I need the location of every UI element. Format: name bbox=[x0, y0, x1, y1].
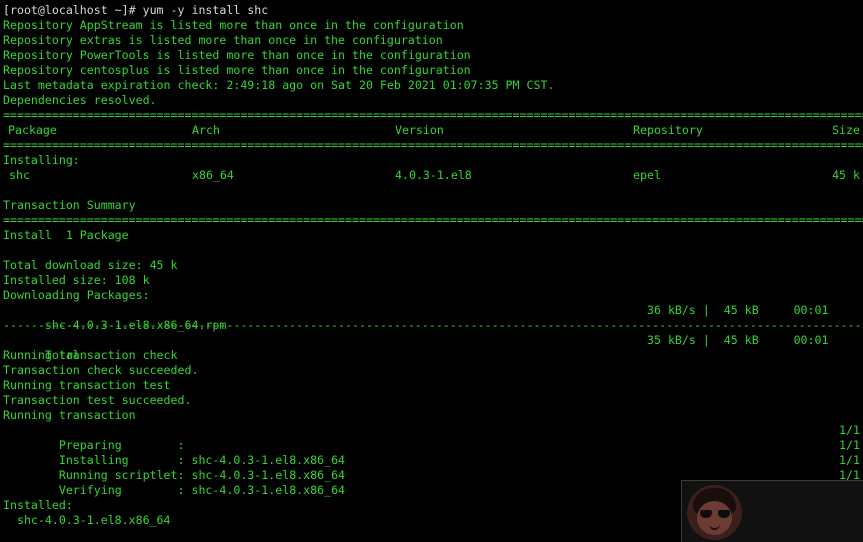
repo-warning: Repository AppStream is listed more than… bbox=[3, 18, 464, 32]
header-version: Version bbox=[395, 123, 444, 137]
terminal-output: [root@localhost ~]# yum -y install shc R… bbox=[3, 3, 863, 528]
total-download-size: Total download size: 45 k bbox=[3, 258, 178, 272]
repo-warning: Repository centosplus is listed more tha… bbox=[3, 63, 471, 77]
download-file-name: shc-4.0.3-1.el8.x86_64.rpm bbox=[44, 318, 227, 332]
terminal-window[interactable]: [root@localhost ~]# yum -y install shc R… bbox=[0, 0, 863, 542]
header-repository: Repository bbox=[633, 123, 703, 137]
transaction-line: Transaction check succeeded. bbox=[3, 363, 199, 377]
step-row: Installing : shc-4.0.3-1.el8.x86_64 1/1 bbox=[3, 438, 863, 467]
step-count: 1/1 bbox=[839, 453, 860, 467]
header-package: Package bbox=[8, 123, 57, 137]
command-prompt: [root@localhost ~]# yum -y install shc bbox=[3, 3, 269, 17]
cell-repository: epel bbox=[633, 168, 661, 182]
metadata-line: Last metadata expiration check: 2:49:18 … bbox=[3, 78, 555, 92]
transaction-line: Running transaction bbox=[3, 408, 136, 422]
step-label: Verifying : shc-4.0.3-1.el8.x86_64 bbox=[44, 483, 346, 497]
section-installing: Installing: bbox=[3, 153, 80, 167]
transaction-line: Transaction test succeeded. bbox=[3, 393, 192, 407]
summary-title: Transaction Summary bbox=[3, 198, 136, 212]
step-row: Running scriptlet: shc-4.0.3-1.el8.x86_6… bbox=[3, 453, 863, 482]
download-stats: 36 kB/s | 45 kB 00:01 bbox=[647, 303, 829, 317]
step-count: 1/1 bbox=[839, 423, 860, 437]
step-count: 1/1 bbox=[839, 438, 860, 452]
header-arch: Arch bbox=[192, 123, 220, 137]
total-stats: 35 kB/s | 45 kB 00:01 bbox=[647, 333, 829, 347]
transaction-line: Running transaction check bbox=[3, 348, 178, 362]
header-size: Size bbox=[832, 123, 860, 137]
cell-size: 45 k bbox=[832, 168, 860, 182]
downloading-packages: Downloading Packages: bbox=[3, 288, 150, 302]
separator-double: ========================================… bbox=[3, 138, 863, 152]
total-row: Total 35 kB/s | 45 kB 00:01 bbox=[3, 333, 863, 362]
transaction-line: Running transaction test bbox=[3, 378, 171, 392]
avatar-icon bbox=[687, 485, 742, 540]
installed-size: Installed size: 108 k bbox=[3, 273, 150, 287]
dependencies-line: Dependencies resolved. bbox=[3, 93, 157, 107]
watermark-overlay bbox=[681, 480, 863, 542]
cell-package: shc bbox=[9, 168, 30, 182]
total-label: Total bbox=[44, 348, 80, 362]
separator-double: ========================================… bbox=[3, 213, 863, 227]
repo-warning: Repository PowerTools is listed more tha… bbox=[3, 48, 471, 62]
repo-warning: Repository extras is listed more than on… bbox=[3, 33, 443, 47]
step-row: Preparing : 1/1 bbox=[3, 423, 863, 452]
cell-arch: x86_64 bbox=[192, 168, 234, 182]
install-count: Install 1 Package bbox=[3, 228, 129, 242]
download-progress-row: shc-4.0.3-1.el8.x86_64.rpm 36 kB/s | 45 … bbox=[3, 303, 863, 332]
cell-version: 4.0.3-1.el8 bbox=[395, 168, 472, 182]
table-header: Package Arch Version Repository Size bbox=[3, 123, 863, 138]
separator-double: ========================================… bbox=[3, 108, 863, 122]
table-row: shc x86_64 4.0.3-1.el8 epel 45 k bbox=[3, 168, 863, 183]
sunglasses-icon bbox=[700, 510, 730, 518]
